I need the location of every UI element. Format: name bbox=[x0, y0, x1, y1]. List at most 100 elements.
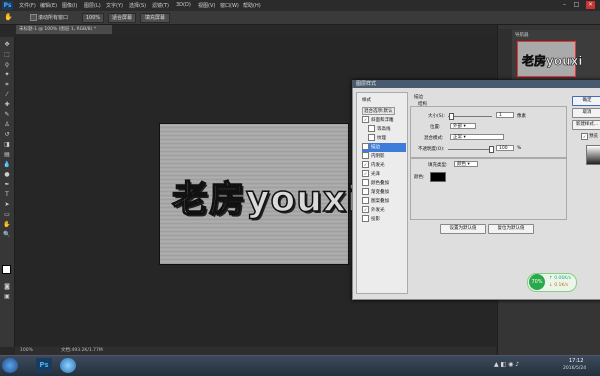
clone-stamp-icon[interactable]: ♙ bbox=[3, 121, 11, 128]
checkbox-icon[interactable] bbox=[362, 179, 369, 186]
chevron-down-icon: ▾ bbox=[463, 124, 466, 129]
opacity-slider-handle[interactable] bbox=[489, 146, 494, 153]
effect-gradient-overlay[interactable]: 渐变叠加 bbox=[362, 188, 406, 197]
effect-satin[interactable]: ✓ 光泽 bbox=[362, 170, 406, 179]
opacity-input[interactable]: 100 bbox=[496, 145, 514, 151]
zoom-tool-icon[interactable]: 🔍 bbox=[3, 231, 11, 238]
stroke-color-swatch[interactable] bbox=[430, 172, 446, 182]
cancel-button[interactable]: 取消 bbox=[572, 108, 600, 118]
effect-outer-glow[interactable]: ✓ 外发光 bbox=[362, 206, 406, 215]
effect-texture[interactable]: 纹理 bbox=[368, 134, 412, 143]
tray-icons[interactable]: ▲ ◧ ◉ ♪ bbox=[494, 361, 519, 368]
effect-inner-shadow[interactable]: 内阴影 bbox=[362, 152, 406, 161]
opacity-slider[interactable] bbox=[448, 149, 492, 150]
lasso-tool-icon[interactable]: ϙ bbox=[3, 61, 11, 68]
close-button[interactable]: ✕ bbox=[586, 1, 595, 9]
browser-taskbar-icon[interactable] bbox=[60, 358, 76, 373]
menu-window[interactable]: 窗口(W) bbox=[220, 2, 239, 9]
fill-screen-button[interactable]: 填充屏幕 bbox=[140, 13, 170, 23]
effect-bevel-emboss[interactable]: ✓ 斜面和浮雕 bbox=[362, 116, 406, 125]
brush-tool-icon[interactable]: ✎ bbox=[3, 111, 11, 118]
checkbox-icon[interactable]: ✓ bbox=[362, 143, 369, 150]
reset-default-button[interactable]: 复位为默认值 bbox=[488, 224, 534, 234]
size-input[interactable]: 1 bbox=[496, 112, 514, 118]
effect-stroke[interactable]: ✓ 描边 bbox=[362, 143, 406, 152]
set-default-button[interactable]: 设置为默认值 bbox=[440, 224, 486, 234]
type-tool-icon[interactable]: T bbox=[3, 191, 11, 198]
start-button[interactable] bbox=[2, 358, 18, 373]
eyedropper-icon[interactable]: ⁄ bbox=[3, 91, 11, 98]
magic-wand-icon[interactable]: ✦ bbox=[3, 71, 11, 78]
hand-tool-icon[interactable]: ✋ bbox=[4, 13, 13, 21]
menu-layer[interactable]: 图层(L) bbox=[84, 2, 101, 9]
menu-file[interactable]: 文件(F) bbox=[19, 2, 36, 9]
gradient-tool-icon[interactable]: ▤ bbox=[3, 151, 11, 158]
styles-header[interactable]: 样式 bbox=[362, 97, 371, 103]
hand-tool-icon[interactable]: ✋ bbox=[3, 221, 11, 228]
size-slider[interactable] bbox=[448, 116, 492, 117]
healing-brush-icon[interactable]: ✚ bbox=[3, 101, 11, 108]
checkbox-icon[interactable] bbox=[362, 215, 369, 222]
menu-image[interactable]: 图像(I) bbox=[62, 2, 77, 9]
marquee-tool-icon[interactable]: ⬚ bbox=[3, 51, 11, 58]
effect-color-overlay[interactable]: 颜色叠加 bbox=[362, 179, 406, 188]
dialog-title: 图层样式 bbox=[352, 80, 600, 88]
crop-tool-icon[interactable]: ⌗ bbox=[3, 81, 11, 88]
maximize-button[interactable]: □ bbox=[572, 1, 581, 9]
history-brush-icon[interactable]: ↺ bbox=[3, 131, 11, 138]
status-bar: 100% 文档:493.2K/1.77M bbox=[15, 347, 496, 355]
navigator-tab[interactable]: 导航器 bbox=[515, 32, 529, 38]
document-tab[interactable]: 未标题-1 @ 100% (图层 1, RGB/8) * bbox=[16, 25, 112, 34]
checkbox-icon[interactable]: ✓ bbox=[362, 170, 369, 177]
menu-3d[interactable]: 3D(D) bbox=[176, 2, 191, 8]
pen-tool-icon[interactable]: ✒ bbox=[3, 181, 11, 188]
foreground-color-swatch[interactable] bbox=[2, 265, 11, 274]
path-selection-icon[interactable]: ➤ bbox=[3, 201, 11, 208]
clock-date[interactable]: 2016/5/24 bbox=[563, 366, 586, 371]
size-slider-handle[interactable] bbox=[449, 113, 454, 120]
options-bar: ✋ 滚动所有窗口 100% 适合屏幕 填充屏幕 bbox=[0, 11, 600, 25]
minimize-button[interactable]: – bbox=[560, 1, 569, 9]
position-select[interactable]: 外部 ▾ bbox=[450, 123, 476, 129]
clock-time[interactable]: 17:12 bbox=[569, 358, 583, 364]
scroll-all-checkbox[interactable] bbox=[30, 14, 37, 21]
preview-checkbox[interactable]: ✓ bbox=[581, 133, 588, 140]
checkbox-icon[interactable] bbox=[368, 125, 375, 132]
checkbox-icon[interactable] bbox=[368, 134, 375, 141]
checkbox-icon[interactable] bbox=[362, 152, 369, 159]
quick-mask-icon[interactable]: ◙ bbox=[3, 283, 11, 290]
effect-pattern-overlay[interactable]: 图案叠加 bbox=[362, 197, 406, 206]
menu-select[interactable]: 选择(S) bbox=[129, 2, 146, 9]
blend-mode-select[interactable]: 正常 ▾ bbox=[450, 134, 504, 140]
blur-tool-icon[interactable]: 💧 bbox=[3, 161, 11, 168]
move-tool-icon[interactable]: ✥ bbox=[3, 41, 11, 48]
effect-inner-glow[interactable]: ✓ 内发光 bbox=[362, 161, 406, 170]
new-style-button[interactable]: 新建样式... bbox=[572, 120, 600, 130]
zoom-level[interactable]: 100% bbox=[20, 347, 33, 355]
checkbox-icon[interactable] bbox=[362, 197, 369, 204]
effect-drop-shadow[interactable]: 投影 bbox=[362, 215, 406, 224]
eraser-icon[interactable]: ◨ bbox=[3, 141, 11, 148]
checkbox-icon[interactable] bbox=[362, 188, 369, 195]
effect-contour[interactable]: 等高线 bbox=[368, 125, 412, 134]
zoom-100-button[interactable]: 100% bbox=[82, 13, 104, 23]
menu-edit[interactable]: 编辑(E) bbox=[40, 2, 57, 9]
menu-filter[interactable]: 滤镜(T) bbox=[152, 2, 169, 9]
ok-button[interactable]: 确定 bbox=[572, 96, 600, 106]
menu-type[interactable]: 文字(Y) bbox=[106, 2, 123, 9]
checkbox-icon[interactable]: ✓ bbox=[362, 116, 369, 123]
menu-view[interactable]: 视图(V) bbox=[198, 2, 215, 9]
shape-tool-icon[interactable]: ▭ bbox=[3, 211, 11, 218]
tools-panel: ✥ ⬚ ϙ ✦ ⌗ ⁄ ✚ ✎ ♙ ↺ ◨ ▤ 💧 ● ✒ T ➤ ▭ ✋ 🔍 … bbox=[0, 37, 15, 347]
checkbox-icon[interactable]: ✓ bbox=[362, 161, 369, 168]
chevron-down-icon: ▾ bbox=[467, 162, 470, 167]
checkbox-icon[interactable]: ✓ bbox=[362, 206, 369, 213]
document-info: 文档:493.2K/1.77M bbox=[61, 348, 103, 353]
fill-type-select[interactable]: 颜色 ▾ bbox=[454, 161, 478, 167]
dodge-tool-icon[interactable]: ● bbox=[3, 171, 11, 178]
screen-mode-icon[interactable]: ▣ bbox=[3, 293, 11, 300]
blend-options-item[interactable]: 混合选项:默认 bbox=[362, 107, 395, 115]
menu-help[interactable]: 帮助(H) bbox=[243, 2, 261, 9]
fit-screen-button[interactable]: 适合屏幕 bbox=[108, 13, 136, 23]
photoshop-taskbar-icon[interactable]: Ps bbox=[36, 358, 52, 373]
